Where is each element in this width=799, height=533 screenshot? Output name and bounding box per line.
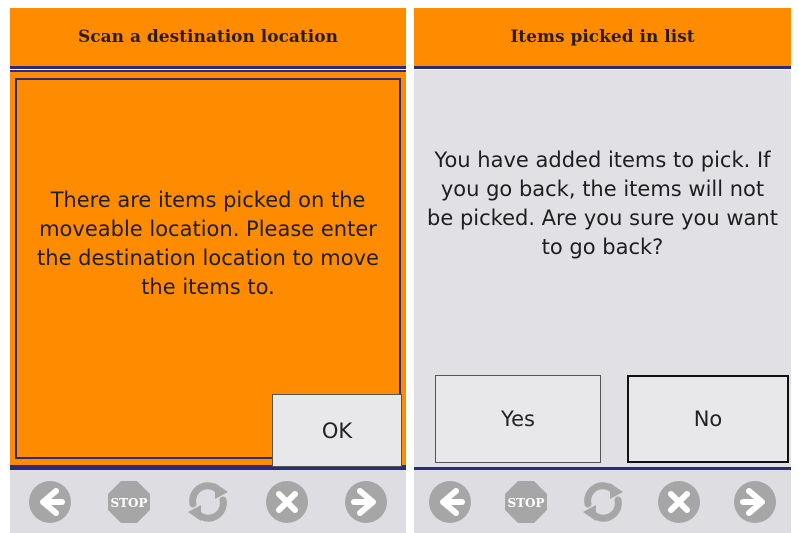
stop-icon: STOP bbox=[108, 480, 150, 523]
cancel-button[interactable] bbox=[653, 476, 705, 528]
bottom-toolbar: STOP bbox=[10, 467, 406, 533]
cancel-button[interactable] bbox=[261, 476, 313, 528]
page-title: Items picked in list bbox=[414, 8, 791, 69]
stop-button[interactable]: STOP bbox=[103, 476, 155, 528]
page-title: Scan a destination location bbox=[10, 8, 406, 69]
refresh-button[interactable] bbox=[182, 476, 234, 528]
back-arrow-icon bbox=[429, 480, 471, 523]
no-button[interactable]: No bbox=[627, 375, 789, 463]
stop-icon-label: STOP bbox=[508, 496, 545, 510]
back-button[interactable] bbox=[424, 476, 476, 528]
bottom-toolbar: STOP bbox=[414, 467, 791, 533]
message-box: There are items picked on the moveable l… bbox=[15, 78, 402, 467]
forward-arrow-icon bbox=[734, 480, 776, 523]
stop-icon: STOP bbox=[505, 480, 548, 523]
message-panel: There are items picked on the moveable l… bbox=[10, 70, 406, 467]
right-screen: Items picked in list You have added item… bbox=[411, 0, 799, 533]
message-text: You have added items to pick. If you go … bbox=[427, 148, 778, 259]
message-panel: You have added items to pick. If you go … bbox=[414, 70, 791, 467]
cancel-icon bbox=[266, 480, 308, 523]
refresh-icon bbox=[188, 481, 228, 522]
back-button[interactable] bbox=[24, 476, 76, 528]
stop-button[interactable]: STOP bbox=[500, 476, 552, 528]
refresh-button[interactable] bbox=[577, 476, 629, 528]
stop-icon-label: STOP bbox=[110, 496, 147, 510]
back-arrow-icon bbox=[29, 480, 71, 523]
message-frame: There are items picked on the moveable l… bbox=[10, 70, 406, 467]
left-screen: Scan a destination location There are it… bbox=[0, 0, 406, 533]
refresh-icon bbox=[582, 481, 623, 522]
forward-button[interactable] bbox=[729, 476, 781, 528]
forward-arrow-icon bbox=[345, 480, 387, 523]
cancel-icon bbox=[657, 480, 700, 523]
ok-button[interactable]: OK bbox=[272, 394, 402, 467]
message-text: There are items picked on the moveable l… bbox=[37, 188, 379, 299]
yes-button[interactable]: Yes bbox=[435, 375, 601, 463]
forward-button[interactable] bbox=[340, 476, 392, 528]
